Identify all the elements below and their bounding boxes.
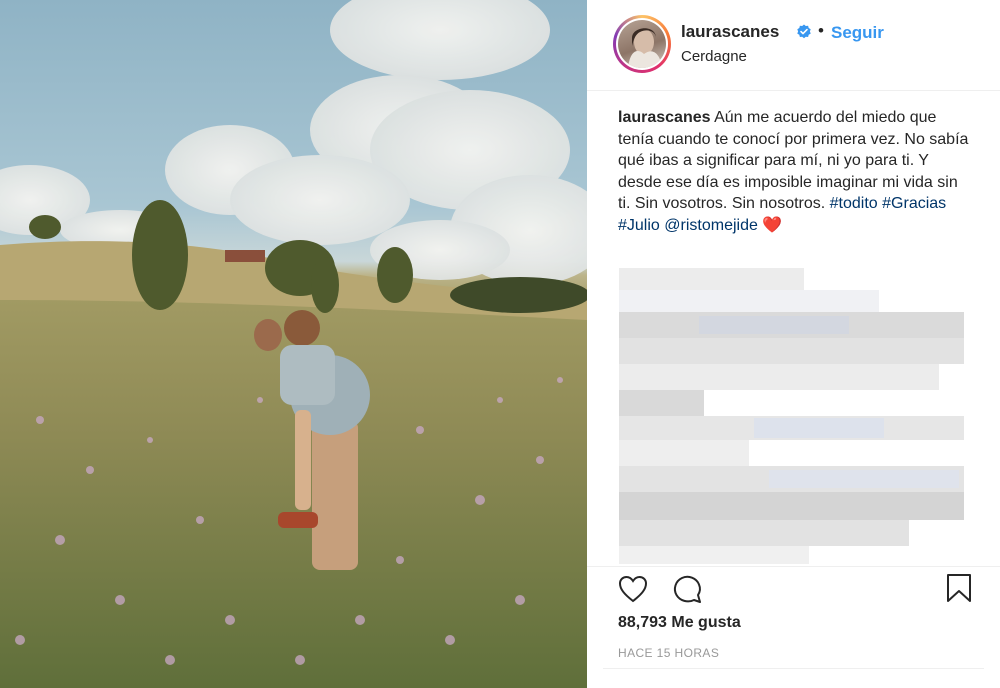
mention-link[interactable]: @ristomejide xyxy=(664,217,758,234)
avatar-image xyxy=(618,20,666,68)
heart-icon[interactable] xyxy=(618,575,648,603)
separator-dot: • xyxy=(818,21,824,40)
action-bar xyxy=(587,566,1000,611)
post-side-panel: laurascanes • Seguir Cerdagne laurascane… xyxy=(587,0,1000,688)
post-header: laurascanes • Seguir Cerdagne xyxy=(587,0,1000,91)
caption-username[interactable]: laurascanes xyxy=(618,109,711,126)
post-timestamp[interactable]: HACE 15 HORAS xyxy=(618,646,719,660)
post-caption: laurascanes Aún me acuerdo del miedo que… xyxy=(618,107,973,236)
hashtag-link[interactable]: #todito xyxy=(830,195,878,212)
blurred-comments xyxy=(619,268,964,564)
follow-button[interactable]: Seguir xyxy=(831,23,884,43)
verified-badge-icon xyxy=(797,24,811,39)
avatar[interactable] xyxy=(613,15,671,73)
photo-scene xyxy=(0,0,587,688)
hashtag-link[interactable]: #Gracias xyxy=(882,195,946,212)
hashtag-link[interactable]: #Julio xyxy=(618,217,660,234)
post-location[interactable]: Cerdagne xyxy=(681,48,747,65)
likes-count[interactable]: 88,793 Me gusta xyxy=(618,614,741,632)
bookmark-icon[interactable] xyxy=(946,573,972,603)
divider xyxy=(603,668,984,669)
post-username[interactable]: laurascanes xyxy=(681,22,779,42)
heart-emoji: ❤️ xyxy=(762,216,783,234)
post-photo[interactable] xyxy=(0,0,587,688)
comment-icon[interactable] xyxy=(671,573,703,605)
